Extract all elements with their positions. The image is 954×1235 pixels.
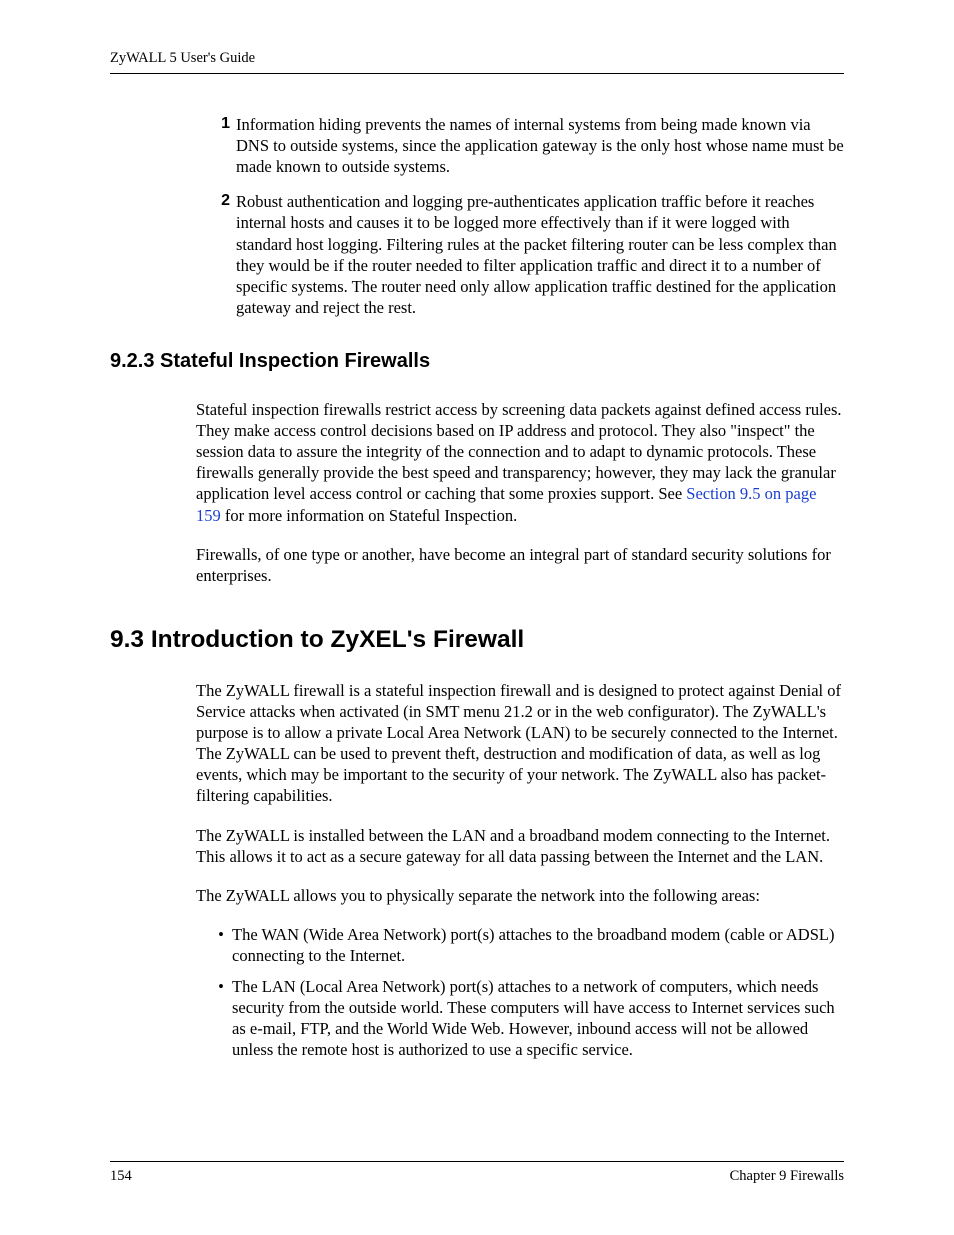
paragraph: Firewalls, of one type or another, have …	[196, 544, 844, 586]
paragraph: Stateful inspection firewalls restrict a…	[196, 399, 844, 526]
paragraph: The ZyWALL is installed between the LAN …	[196, 825, 844, 867]
bullet-list: • The WAN (Wide Area Network) port(s) at…	[210, 924, 844, 1061]
chapter-label: Chapter 9 Firewalls	[730, 1168, 844, 1185]
page-number: 154	[110, 1168, 132, 1185]
page-header: ZyWALL 5 User's Guide	[110, 50, 844, 74]
list-item: 1 Information hiding prevents the names …	[210, 114, 844, 177]
list-number: 2	[210, 191, 230, 318]
page-footer: 154 Chapter 9 Firewalls	[110, 1161, 844, 1185]
paragraph-text: for more information on Stateful Inspect…	[221, 506, 517, 525]
bullet-icon: •	[210, 924, 232, 966]
list-text: Robust authentication and logging pre-au…	[236, 191, 844, 318]
paragraph: The ZyWALL allows you to physically sepa…	[196, 885, 844, 906]
list-text: The LAN (Local Area Network) port(s) att…	[232, 976, 844, 1060]
paragraph: The ZyWALL firewall is a stateful inspec…	[196, 680, 844, 807]
numbered-list: 1 Information hiding prevents the names …	[210, 114, 844, 318]
list-item: • The WAN (Wide Area Network) port(s) at…	[210, 924, 844, 966]
list-number: 1	[210, 114, 230, 177]
section-heading-923: 9.2.3 Stateful Inspection Firewalls	[110, 350, 844, 373]
list-item: 2 Robust authentication and logging pre-…	[210, 191, 844, 318]
list-item: • The LAN (Local Area Network) port(s) a…	[210, 976, 844, 1060]
list-text: The WAN (Wide Area Network) port(s) atta…	[232, 924, 844, 966]
header-title: ZyWALL 5 User's Guide	[110, 50, 255, 66]
bullet-icon: •	[210, 976, 232, 1060]
list-text: Information hiding prevents the names of…	[236, 114, 844, 177]
section-heading-93: 9.3 Introduction to ZyXEL's Firewall	[110, 626, 844, 654]
